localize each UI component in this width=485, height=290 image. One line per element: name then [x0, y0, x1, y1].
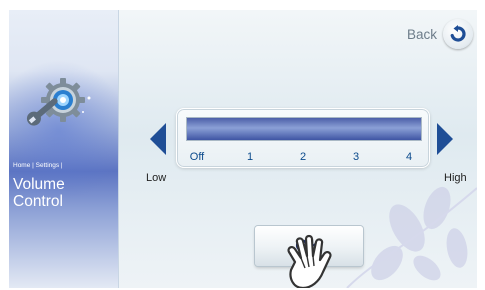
volume-tick-3: 3: [352, 151, 360, 163]
volume-tick-4: 4: [405, 151, 413, 163]
volume-track[interactable]: [186, 117, 422, 141]
volume-tick-2: 2: [299, 151, 307, 163]
arrow-right-icon[interactable]: [436, 122, 454, 156]
high-label: High: [444, 172, 467, 184]
gear-wrench-icon: [26, 78, 91, 126]
page-title: Volume Control: [13, 176, 65, 210]
page-title-line1: Volume: [13, 176, 65, 193]
breadcrumb: Home | Settings |: [13, 162, 63, 169]
back-label: Back: [406, 26, 437, 42]
page-title-line2: Control: [13, 193, 63, 210]
volume-slider[interactable]: Off 1 2 3 4: [176, 108, 430, 168]
low-label: Low: [146, 172, 167, 184]
volume-tick-1: 1: [246, 151, 254, 163]
hand-pointer-icon: [287, 234, 332, 288]
back-arrow-icon: [443, 19, 473, 49]
back-button[interactable]: Back: [407, 19, 473, 49]
left-panel: Home | Settings | Volume Control: [9, 10, 129, 288]
main-content: Back Off1234 Low High OK: [119, 10, 477, 288]
volume-tick-off: Off: [189, 151, 205, 163]
volume-control-screen: Home | Settings | Volume Control Back Of…: [9, 10, 477, 288]
arrow-left-icon[interactable]: [149, 122, 167, 156]
volume-fill: [187, 118, 421, 140]
